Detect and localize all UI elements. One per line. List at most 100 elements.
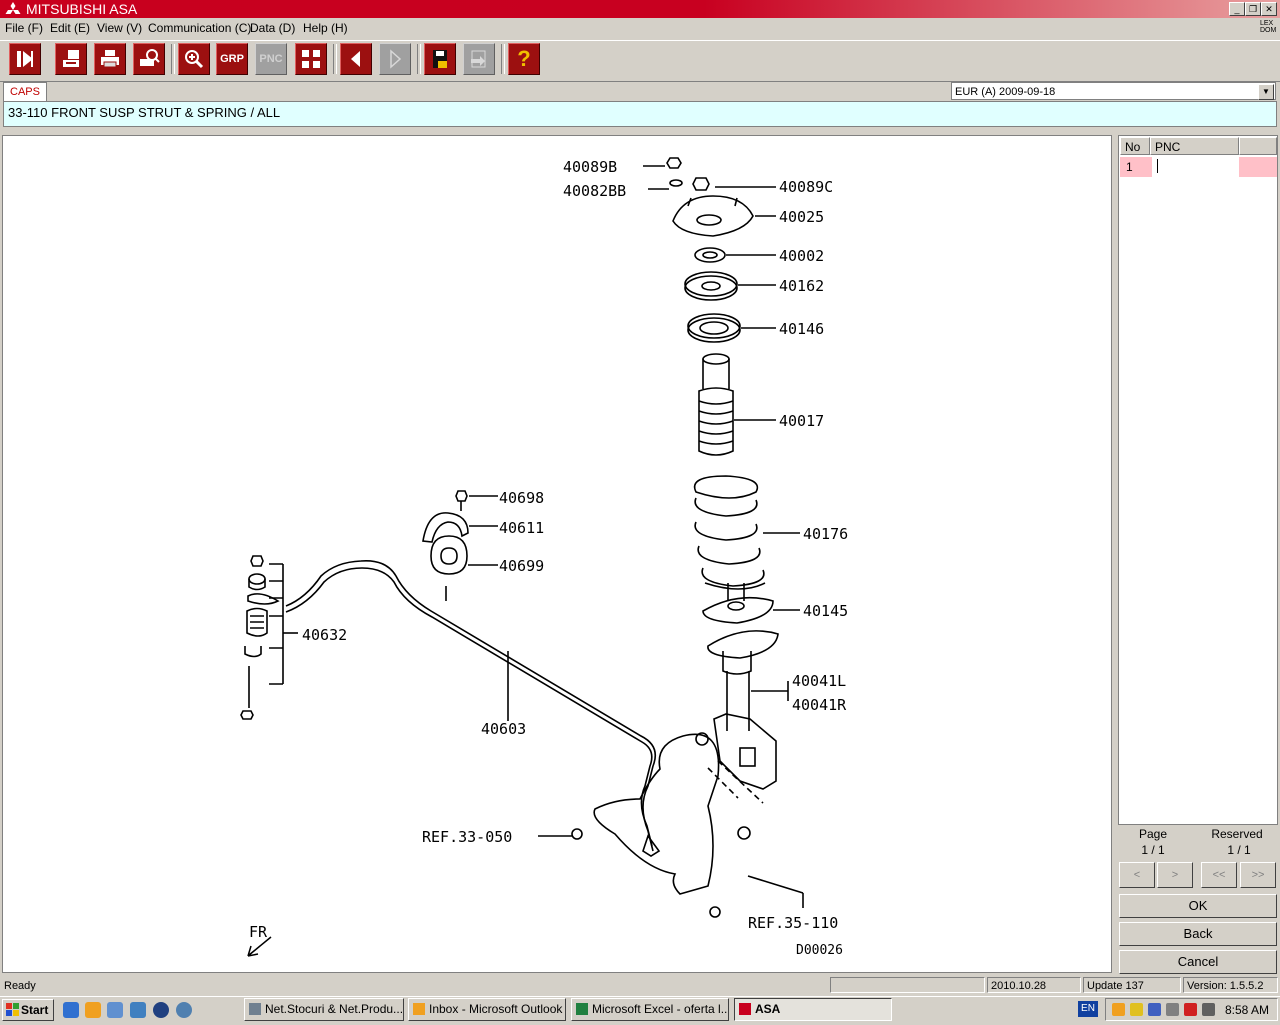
pnc-button[interactable]: PNC [255, 43, 287, 75]
task-asa[interactable]: ASA [734, 998, 892, 1021]
toolbar-separator [333, 44, 337, 74]
label-40041L[interactable]: 40041L [792, 672, 846, 690]
label-40146[interactable]: 40146 [779, 320, 824, 338]
print-preview-button[interactable] [55, 43, 87, 75]
page-value: 1 / 1 [1141, 843, 1165, 857]
prev-reserved-button[interactable]: << [1201, 862, 1237, 888]
ok-button[interactable]: OK [1119, 894, 1277, 918]
menu-view[interactable]: View (V) [97, 21, 142, 35]
windows-logo-icon [6, 1003, 19, 1016]
label-40145[interactable]: 40145 [803, 602, 848, 620]
help-button[interactable]: ? [508, 43, 540, 75]
status-date: 2010.10.28 [987, 977, 1081, 993]
reserved-value: 1 / 1 [1227, 843, 1251, 857]
tray-network-icon[interactable] [1148, 1003, 1161, 1016]
prev-page-button[interactable]: < [1119, 862, 1155, 888]
menu-file[interactable]: File (F) [5, 21, 43, 35]
language-indicator[interactable]: EN [1078, 1001, 1098, 1017]
label-40611[interactable]: 40611 [499, 519, 544, 537]
print-search-button[interactable] [133, 43, 165, 75]
task-net-stocuri[interactable]: Net.Stocuri & Net.Produ... [244, 998, 404, 1021]
restore-button[interactable]: ❐ [1245, 2, 1261, 16]
outlook-icon[interactable] [85, 1002, 101, 1018]
outlook-task-icon [413, 1003, 425, 1015]
status-update: Update 137 [1083, 977, 1181, 993]
tray-volume-icon[interactable] [1202, 1003, 1215, 1016]
messenger-icon[interactable] [176, 1002, 192, 1018]
window-title: MITSUBISHI ASA [26, 1, 138, 17]
media-player-icon[interactable] [153, 1002, 169, 1018]
grid-icon [302, 50, 320, 68]
tray-acrobat-icon[interactable] [1184, 1003, 1197, 1016]
label-40162[interactable]: 40162 [779, 277, 824, 295]
desktop-icon[interactable] [107, 1002, 123, 1018]
region-date-value: EUR (A) 2009-09-18 [955, 86, 1056, 98]
printer-icon [101, 50, 119, 68]
start-button[interactable]: Start [2, 999, 54, 1021]
label-40698[interactable]: 40698 [499, 489, 544, 507]
status-empty-cell [830, 977, 985, 993]
exit-button[interactable] [9, 43, 41, 75]
arrow-right-icon [390, 49, 402, 69]
label-40089B[interactable]: 40089B [563, 158, 617, 176]
chevron-down-icon[interactable]: ▼ [1258, 84, 1274, 100]
menu-edit[interactable]: Edit (E) [50, 21, 90, 35]
zoom-button[interactable] [178, 43, 210, 75]
tray-outlook-icon[interactable] [1112, 1003, 1125, 1016]
explorer-icon[interactable] [130, 1002, 146, 1018]
status-ready: Ready [4, 980, 36, 992]
region-date-select[interactable]: EUR (A) 2009-09-18 ▼ [951, 82, 1276, 100]
menu-communication[interactable]: Communication (C) [148, 21, 251, 35]
menu-help[interactable]: Help (H) [303, 21, 348, 35]
close-button[interactable]: ✕ [1261, 2, 1277, 16]
task-outlook[interactable]: Inbox - Microsoft Outlook [408, 998, 566, 1021]
menu-bar: File (F) Edit (E) View (V) Communication… [0, 19, 1280, 38]
column-header-extra[interactable] [1239, 137, 1277, 155]
label-40699[interactable]: 40699 [499, 557, 544, 575]
zoom-in-icon [185, 50, 204, 69]
label-40089C[interactable]: 40089C [779, 178, 833, 196]
task-excel[interactable]: Microsoft Excel - oferta l... [571, 998, 729, 1021]
save-button[interactable] [424, 43, 456, 75]
print-button[interactable] [94, 43, 126, 75]
text-caret [1157, 159, 1158, 173]
task-label: Microsoft Excel - oferta l... [592, 1002, 729, 1016]
print-magnify-icon [140, 49, 160, 66]
label-40017[interactable]: 40017 [779, 412, 824, 430]
grp-button[interactable]: GRP [216, 43, 248, 75]
label-40176[interactable]: 40176 [803, 525, 848, 543]
menu-data[interactable]: Data (D) [250, 21, 295, 35]
label-40082BB[interactable]: 40082BB [563, 182, 626, 200]
tray-device-icon[interactable] [1166, 1003, 1179, 1016]
column-header-no[interactable]: No [1120, 137, 1150, 155]
previous-button[interactable] [340, 43, 372, 75]
label-40041R[interactable]: 40041R [792, 696, 847, 714]
label-ref-33-050[interactable]: REF.33-050 [422, 828, 512, 846]
next-reserved-button[interactable]: >> [1240, 862, 1276, 888]
label-ref-35-110[interactable]: REF.35-110 [748, 914, 838, 932]
row-1-extra-cell[interactable] [1239, 157, 1277, 177]
next-button[interactable] [379, 43, 411, 75]
tray-shield-icon[interactable] [1130, 1003, 1143, 1016]
minimize-button[interactable]: _ [1229, 2, 1245, 16]
system-tray: 8:58 AM [1105, 998, 1278, 1021]
column-header-pnc[interactable]: PNC [1150, 137, 1239, 155]
label-40603[interactable]: 40603 [481, 720, 526, 738]
grid-view-button[interactable] [295, 43, 327, 75]
front-direction-label: FR [249, 923, 268, 941]
ie-icon[interactable] [63, 1002, 79, 1018]
tab-caps[interactable]: CAPS [3, 82, 47, 101]
print-screen-icon [63, 50, 79, 67]
label-40025[interactable]: 40025 [779, 208, 824, 226]
cancel-button[interactable]: Cancel [1119, 950, 1277, 974]
save-disk-icon [433, 50, 447, 68]
row-1-number[interactable]: 1 [1120, 157, 1152, 177]
label-40002[interactable]: 40002 [779, 247, 824, 265]
lex-dom-icon[interactable]: LEX DOM [1260, 20, 1276, 36]
back-button[interactable]: Back [1119, 922, 1277, 946]
open-button[interactable] [463, 43, 495, 75]
start-label: Start [21, 1003, 49, 1017]
label-40632[interactable]: 40632 [302, 626, 347, 644]
next-page-button[interactable]: > [1157, 862, 1193, 888]
row-1-pnc-input[interactable] [1155, 157, 1237, 177]
